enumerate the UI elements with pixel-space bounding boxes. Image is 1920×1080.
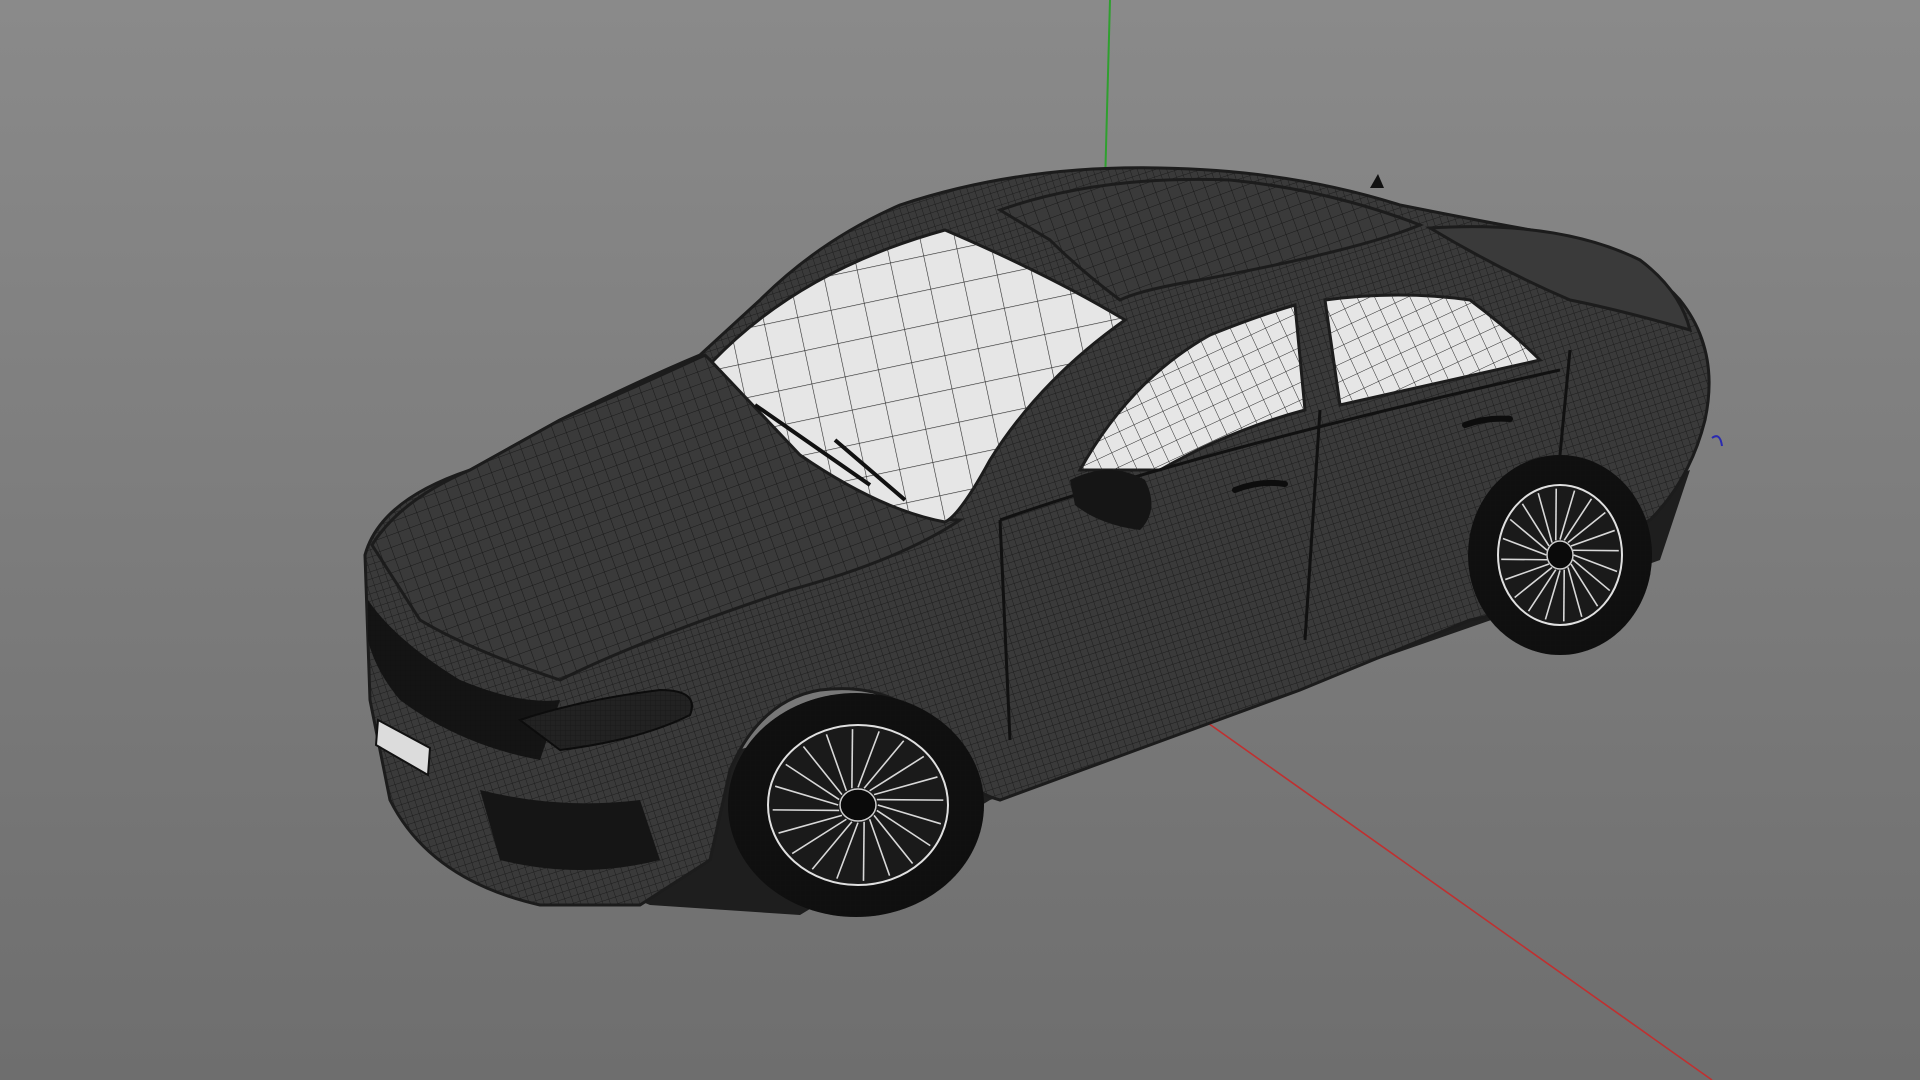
car-model[interactable]	[363, 166, 1711, 917]
rim-spoke	[772, 809, 840, 812]
x-axis-line	[1197, 715, 1713, 1080]
rim-spoke	[851, 729, 854, 789]
rim-spoke	[862, 821, 865, 881]
roof-antenna	[1370, 174, 1384, 188]
scene-canvas[interactable]	[0, 0, 1920, 1080]
rim-spoke	[876, 798, 944, 801]
z-axis-marker	[1711, 435, 1723, 447]
3d-viewport[interactable]	[0, 0, 1920, 1080]
rear-wheel[interactable]	[1468, 455, 1652, 655]
front-wheel[interactable]	[728, 693, 984, 917]
